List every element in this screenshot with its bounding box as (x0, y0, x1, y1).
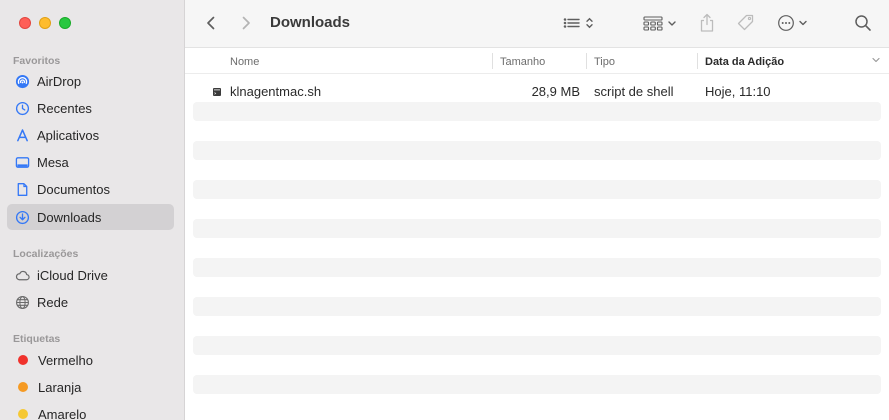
column-divider[interactable] (697, 53, 698, 69)
orange-tag-icon (18, 382, 28, 392)
empty-row (193, 238, 881, 258)
tag-icon (736, 13, 756, 33)
view-options-button[interactable] (562, 10, 602, 36)
network-icon (14, 294, 30, 310)
column-date-added[interactable]: Data da Adição (705, 56, 784, 68)
sidebar-item-label: Rede (37, 294, 69, 310)
sidebar-item-recents[interactable]: Recentes (7, 95, 174, 121)
empty-row (193, 296, 881, 316)
document-icon (14, 181, 30, 197)
sidebar-item-icloud-drive[interactable]: iCloud Drive (7, 262, 174, 288)
sidebar-item-downloads[interactable]: Downloads (7, 204, 174, 230)
column-divider[interactable] (492, 53, 493, 69)
file-date-added: Hoje, 11:10 (705, 84, 771, 99)
column-name[interactable]: Nome (230, 56, 259, 68)
zoom-window-button[interactable] (59, 17, 71, 29)
table-row[interactable]: klnagentmac.sh 28,9 MB script de shell H… (193, 82, 881, 102)
more-actions-button[interactable] (777, 10, 813, 36)
sidebar-tag-orange[interactable]: Laranja (7, 374, 174, 400)
desktop-icon (14, 154, 30, 170)
file-name: klnagentmac.sh (230, 84, 322, 99)
share-button[interactable] (696, 10, 718, 36)
finder-window: Favoritos AirDrop Recentes Aplicativos M… (0, 0, 889, 420)
empty-row (193, 140, 881, 160)
empty-row (193, 257, 881, 277)
sidebar-item-label: Downloads (37, 209, 102, 225)
sidebar-tag-yellow[interactable]: Amarelo (7, 401, 174, 420)
file-list: klnagentmac.sh 28,9 MB script de shell H… (193, 82, 881, 394)
empty-row (193, 121, 881, 141)
tag-button[interactable] (734, 10, 758, 36)
back-button[interactable] (201, 10, 221, 36)
yellow-tag-icon (18, 409, 28, 419)
column-size[interactable]: Tamanho (500, 56, 545, 68)
empty-row (193, 179, 881, 199)
chevron-right-icon (240, 15, 252, 31)
sidebar-item-network[interactable]: Rede (7, 289, 174, 315)
download-icon (14, 209, 30, 225)
empty-row (193, 335, 881, 355)
sidebar: Favoritos AirDrop Recentes Aplicativos M… (0, 0, 185, 420)
sidebar-item-label: Mesa (37, 154, 69, 170)
column-header: Nome Tamanho Tipo Data da Adição (185, 49, 889, 74)
empty-row (193, 355, 881, 375)
sidebar-item-label: Amarelo (38, 406, 87, 420)
forward-button[interactable] (236, 10, 256, 36)
search-button[interactable] (852, 10, 874, 36)
empty-row (193, 374, 881, 394)
window-controls (19, 17, 71, 29)
close-window-button[interactable] (19, 17, 31, 29)
ellipsis-circle-icon (777, 14, 813, 32)
search-icon (854, 14, 872, 32)
shell-script-icon (212, 86, 222, 101)
airdrop-icon (14, 73, 30, 89)
sidebar-item-label: Laranja (38, 379, 82, 395)
sidebar-item-label: Aplicativos (37, 127, 100, 143)
cloud-icon (14, 267, 30, 283)
red-tag-icon (18, 355, 28, 365)
group-button[interactable] (642, 10, 680, 36)
sidebar-item-label: Documentos (37, 181, 110, 197)
sidebar-item-applications[interactable]: Aplicativos (7, 122, 174, 148)
sidebar-section-tags: Etiquetas (13, 333, 61, 345)
sort-chevron-icon[interactable] (871, 54, 881, 69)
list-view-icon (563, 15, 601, 31)
sidebar-tag-red[interactable]: Vermelho (7, 347, 174, 373)
minimize-window-button[interactable] (39, 17, 51, 29)
empty-row (193, 101, 881, 121)
file-size: 28,9 MB (531, 84, 580, 99)
empty-row (193, 160, 881, 180)
group-grid-icon (643, 15, 679, 31)
sidebar-item-label: iCloud Drive (37, 267, 108, 283)
sidebar-item-desktop[interactable]: Mesa (7, 149, 174, 175)
column-divider[interactable] (586, 53, 587, 69)
applications-icon (14, 127, 30, 143)
window-title: Downloads (270, 14, 351, 31)
sidebar-item-label: AirDrop (37, 73, 82, 89)
empty-row (193, 199, 881, 219)
empty-row (193, 316, 881, 336)
chevron-left-icon (205, 15, 217, 31)
sidebar-item-airdrop[interactable]: AirDrop (7, 68, 174, 94)
share-icon (698, 13, 716, 33)
sidebar-item-label: Recentes (37, 100, 92, 116)
toolbar: Downloads (185, 0, 889, 48)
sidebar-section-favorites: Favoritos (13, 55, 61, 67)
clock-icon (14, 100, 30, 116)
empty-row (193, 218, 881, 238)
sidebar-item-label: Vermelho (38, 352, 93, 368)
sidebar-section-locations: Localizações (13, 248, 79, 260)
sidebar-item-documents[interactable]: Documentos (7, 176, 174, 202)
file-kind: script de shell (594, 84, 674, 99)
column-kind[interactable]: Tipo (594, 56, 615, 68)
empty-row (193, 277, 881, 297)
